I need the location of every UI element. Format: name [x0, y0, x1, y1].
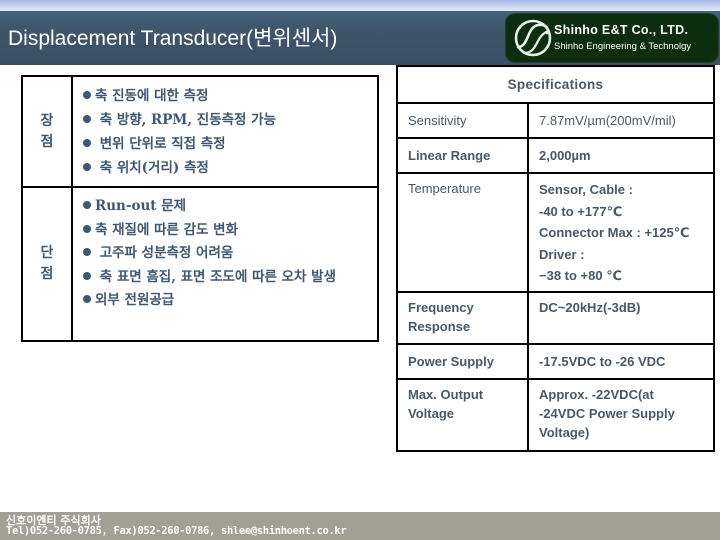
table-row: Temperature Sensor, Cable : -40 to +177℃… [396, 172, 715, 293]
pros-cons-table: 장점 축 진동에 대한 측정 축 방향, RPM, 진동측정 가능 변위 단위로… [21, 75, 379, 342]
list-item: 축 진동에 대한 측정 [83, 84, 371, 108]
spec-key: Linear Range [396, 137, 529, 174]
list-item: 변위 단위로 직접 측정 [83, 132, 371, 156]
list-item: 축 표면 흠집, 표면 조도에 따른 오차 발생 [83, 266, 371, 290]
pros-row: 장점 축 진동에 대한 측정 축 방향, RPM, 진동측정 가능 변위 단위로… [23, 77, 377, 188]
bullet-icon [83, 115, 91, 123]
page-title: Displacement Transducer(변위센서) [8, 27, 338, 50]
table-row: Sensitivity 7.87mV/µm(200mV/mil) [396, 102, 715, 139]
table-row: Frequency Response DC~20kHz(-3dB) [396, 290, 715, 345]
spec-key: Temperature [396, 172, 529, 293]
table-row: Max. Output Voltage Approx. -22VDC(at -2… [396, 377, 715, 452]
spec-value: 7.87mV/µm(200mV/mil) [527, 102, 715, 139]
spec-key: Frequency Response [396, 290, 529, 345]
specifications-table: Specifications Sensitivity 7.87mV/µm(200… [396, 65, 715, 452]
list-item: 축 방향, RPM, 진동측정 가능 [83, 108, 371, 132]
cons-label: 단점 [23, 188, 73, 340]
list-item: 외부 전원공급 [83, 289, 371, 313]
list-item: 축 재질에 따른 감도 변화 [83, 219, 371, 243]
spec-value: 2,000µm [527, 137, 715, 174]
bullet-icon [83, 139, 91, 147]
spec-key: Sensitivity [396, 102, 529, 139]
list-item: 고주파 성분측정 어려움 [83, 242, 371, 266]
bullet-icon [83, 224, 91, 233]
list-item: Run-out 문제 [83, 195, 371, 219]
pros-label: 장점 [23, 77, 73, 186]
pros-list: 축 진동에 대한 측정 축 방향, RPM, 진동측정 가능 변위 단위로 직접… [83, 84, 371, 180]
spec-key: Power Supply [396, 342, 529, 380]
bullet-icon [83, 163, 91, 171]
footer-contact: Tel)052-260-0785, Fax)052-260-0786, shle… [6, 525, 347, 537]
cons-list: Run-out 문제 축 재질에 따른 감도 변화 고주파 성분측정 어려움 축… [83, 195, 371, 313]
company-name: Shinho E&T Co., LTD. [554, 23, 689, 37]
spec-value: DC~20kHz(-3dB) [527, 290, 715, 345]
top-gradient-strip [0, 0, 720, 11]
company-subtitle: Shinho Engineering & Technolgy [554, 41, 692, 52]
spec-value: Sensor, Cable : -40 to +177℃ Connector M… [527, 172, 715, 293]
specs-header-row: Specifications [396, 65, 715, 104]
bullet-icon [83, 248, 91, 256]
specs-title: Specifications [396, 65, 715, 104]
list-item: 축 위치(거리) 측정 [83, 156, 371, 180]
bullet-icon [83, 201, 91, 209]
bullet-icon [83, 91, 91, 99]
cons-row: 단점 Run-out 문제 축 재질에 따른 감도 변화 고주파 성분측정 어려… [23, 188, 377, 340]
shinho-s-wave-logo-icon [514, 19, 552, 57]
bullet-icon [83, 295, 91, 303]
footer-bar: 신호이엔티 주식회사 Tel)052-260-0785, Fax)052-260… [0, 512, 720, 540]
company-logo-badge: Shinho E&T Co., LTD. Shinho Engineering … [506, 14, 718, 62]
spec-value: -17.5VDC to -26 VDC [527, 342, 715, 380]
spec-key: Max. Output Voltage [396, 377, 529, 452]
spec-value: Approx. -22VDC(at -24VDC Power Supply Vo… [527, 377, 715, 452]
table-row: Power Supply -17.5VDC to -26 VDC [396, 342, 715, 380]
bullet-icon [83, 271, 91, 280]
table-row: Linear Range 2,000µm [396, 137, 715, 174]
